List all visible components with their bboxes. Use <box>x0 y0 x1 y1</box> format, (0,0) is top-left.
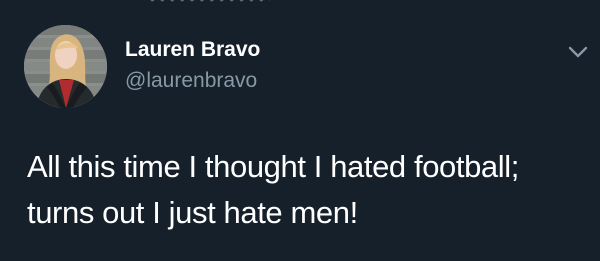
tweet-text-line: All this time I thought I hated football… <box>27 149 519 184</box>
avatar-image <box>24 25 107 108</box>
cropped-top-text: ••••••••••••• <box>150 0 270 5</box>
tweet-text-line: turns out I just hate men! <box>27 195 358 230</box>
tweet-text: All this time I thought I hated football… <box>27 144 587 236</box>
chevron-down-icon[interactable] <box>566 40 590 64</box>
display-name[interactable]: Lauren Bravo <box>125 38 260 62</box>
user-handle[interactable]: @laurenbravo <box>125 69 257 93</box>
tweet-card: ••••••••••••• Lauren Bravo @laurenbravo … <box>0 0 600 261</box>
avatar[interactable] <box>24 25 107 108</box>
